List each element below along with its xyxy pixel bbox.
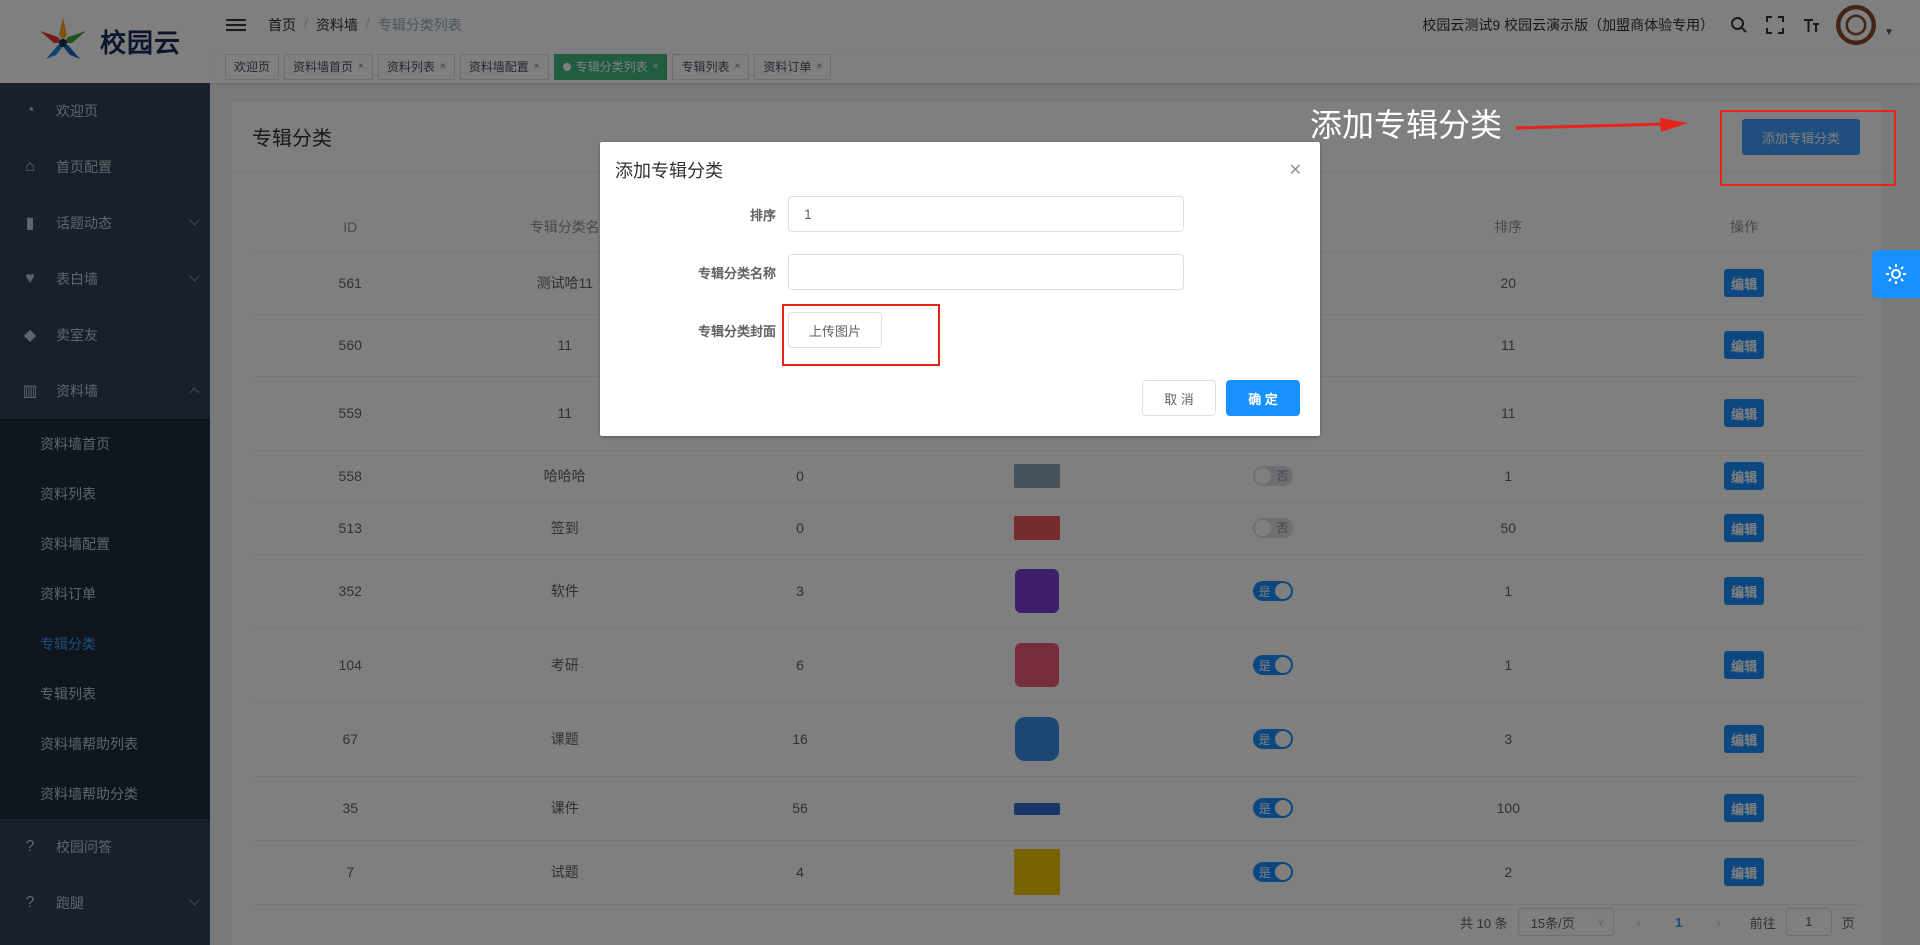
settings-gear-button[interactable] — [1872, 250, 1920, 298]
gear-icon — [1886, 264, 1906, 284]
form-row-name: 专辑分类名称 — [600, 254, 1320, 290]
form-row-sort: 排序 1 — [600, 196, 1320, 232]
sort-input[interactable]: 1 — [788, 196, 1184, 232]
name-label: 专辑分类名称 — [697, 265, 776, 281]
annotation-label: 添加专辑分类 — [1310, 107, 1503, 143]
sort-label: 排序 — [749, 207, 776, 223]
cancel-button[interactable]: 取 消 — [1142, 380, 1216, 416]
highlight-upload-box — [782, 304, 940, 366]
confirm-button[interactable]: 确 定 — [1226, 380, 1300, 416]
annotation-arrow-icon — [1516, 118, 1688, 132]
highlight-add-button-box — [1720, 110, 1896, 186]
form-row-cover: 专辑分类封面 上传图片 — [600, 312, 1320, 348]
category-name-input[interactable] — [788, 254, 1184, 290]
dialog-title: 添加专辑分类 — [615, 161, 723, 181]
cover-label: 专辑分类封面 — [697, 323, 776, 339]
add-category-dialog: 添加专辑分类 ✕ 排序 1 专辑分类名称 专辑分类封面 上传图片 取 消 确 定 — [600, 142, 1320, 436]
close-icon[interactable]: ✕ — [1289, 160, 1302, 180]
